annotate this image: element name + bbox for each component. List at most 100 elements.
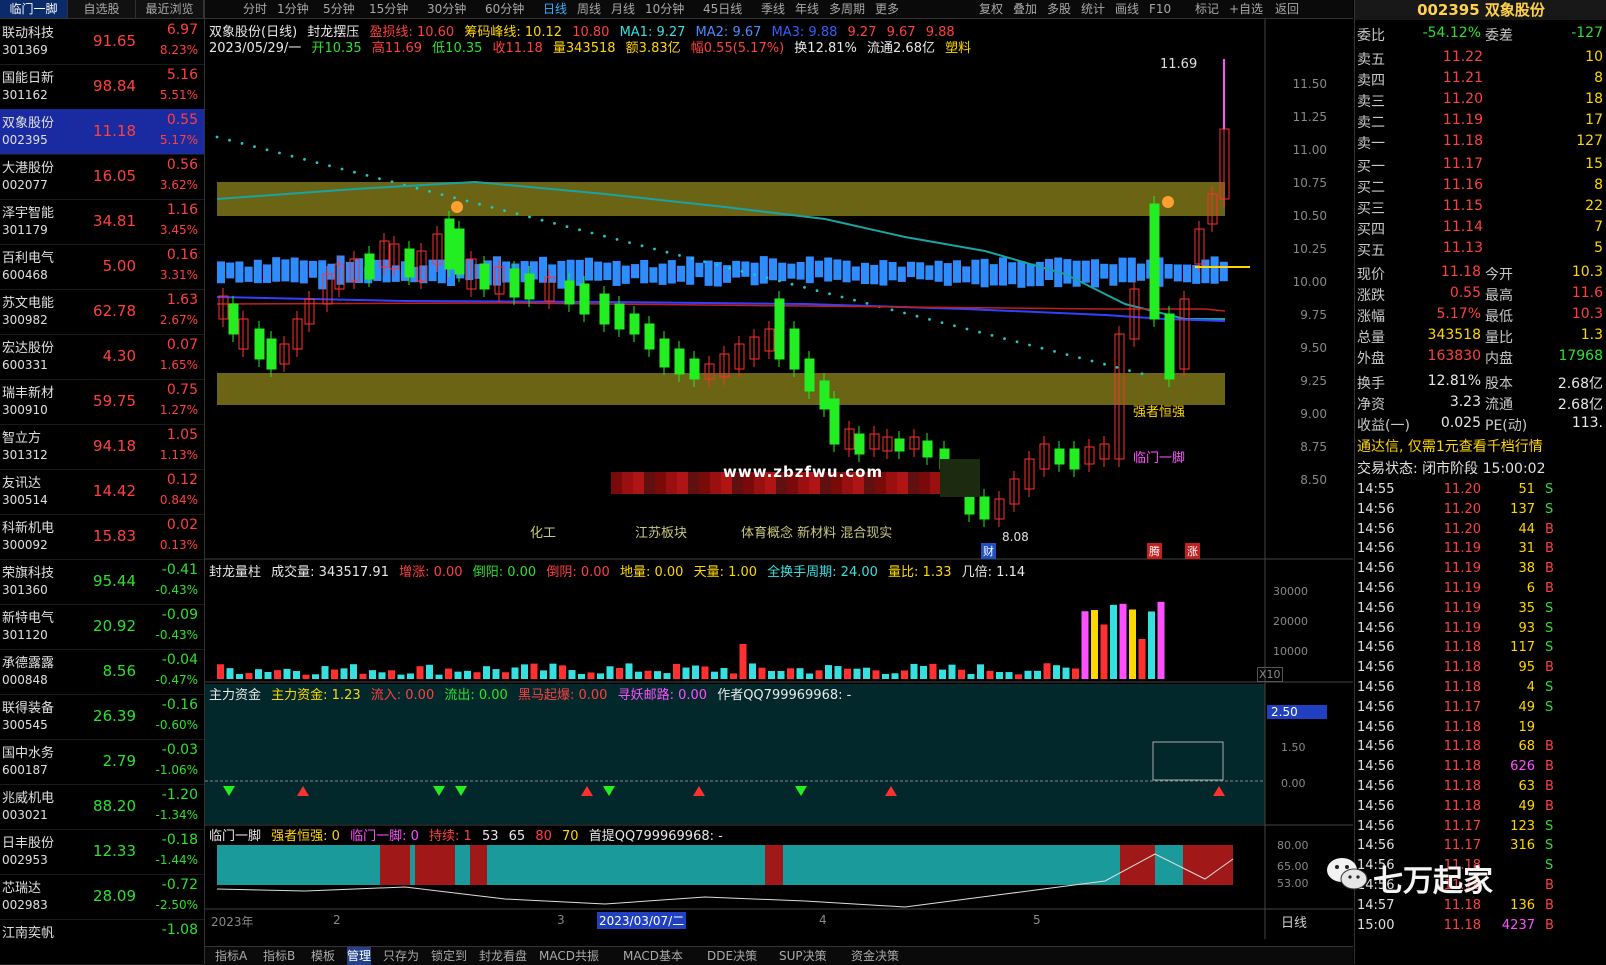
finance-marker[interactable]: 财: [981, 543, 996, 559]
watchlist-row[interactable]: 承德露露 000848 8.56 -0.04 -0.47%: [0, 649, 204, 695]
indicator-tab[interactable]: SUP决策: [779, 947, 827, 965]
event-marker[interactable]: 涨: [1185, 543, 1200, 559]
candle[interactable]: [579, 283, 590, 315]
candle[interactable]: [774, 298, 785, 360]
watchlist-row[interactable]: 瑞丰新材 300910 59.75 0.75 1.27%: [0, 379, 204, 425]
toolbar-button[interactable]: 多股: [1047, 0, 1071, 18]
candle[interactable]: [979, 496, 990, 520]
candle[interactable]: [454, 228, 465, 275]
candle[interactable]: [659, 338, 670, 368]
watchlist-row[interactable]: 新特电气 301120 20.92 -0.09 -0.43%: [0, 604, 204, 650]
bid-row[interactable]: 买三 11.15 22: [1355, 198, 1606, 219]
watchlist-row[interactable]: 兆威机电 003021 88.20 -1.20 -1.34%: [0, 784, 204, 830]
bid-row[interactable]: 买一 11.17 15: [1355, 156, 1606, 177]
indicator-tab[interactable]: MACD共振: [539, 947, 599, 965]
candle[interactable]: [894, 438, 905, 452]
toolbar-button[interactable]: 统计: [1081, 0, 1105, 18]
toolbar-button[interactable]: 叠加: [1013, 0, 1037, 18]
indicator-tab[interactable]: 封龙看盘: [479, 947, 527, 965]
watchlist-row[interactable]: 百利电气 600468 5.00 0.16 3.31%: [0, 244, 204, 290]
candle[interactable]: [854, 433, 865, 455]
toolbar-button[interactable]: 标记: [1195, 0, 1219, 18]
indicator-tab[interactable]: 锁定到: [431, 947, 467, 965]
ask-row[interactable]: 卖三 11.20 18: [1355, 91, 1606, 112]
bid-row[interactable]: 买五 11.13 5: [1355, 240, 1606, 261]
watchlist-row[interactable]: 双象股份 002395 11.18 0.55 5.17%: [0, 109, 204, 155]
candle[interactable]: [829, 398, 840, 445]
candle[interactable]: [1069, 448, 1080, 470]
indicator-name[interactable]: 封龙量柱: [209, 565, 261, 580]
watchlist-row[interactable]: 芯瑞达 002983 28.09 -0.72 -2.50%: [0, 874, 204, 920]
watchlist-row[interactable]: 大港股份 002077 16.05 0.56 3.62%: [0, 154, 204, 200]
candle[interactable]: [804, 358, 815, 392]
candle[interactable]: [228, 303, 239, 335]
ask-row[interactable]: 卖二 11.19 17: [1355, 112, 1606, 133]
candle[interactable]: [674, 348, 685, 375]
candle[interactable]: [364, 253, 375, 280]
toolbar-button[interactable]: 返回: [1275, 0, 1299, 18]
indicator-tab[interactable]: 指标A: [215, 947, 247, 965]
period-tab[interactable]: 年线: [795, 0, 819, 18]
period-tab[interactable]: 30分钟: [427, 0, 466, 18]
candle[interactable]: [819, 380, 830, 410]
candle[interactable]: [1164, 313, 1175, 380]
period-tab[interactable]: 60分钟: [485, 0, 524, 18]
promo-link[interactable]: 通达信, 仅需1元查看千档行情: [1357, 436, 1543, 456]
indicator-tab[interactable]: 资金决策: [851, 947, 899, 965]
watchlist-row[interactable]: 联动科技 301369 91.65 6.97 8.23%: [0, 19, 204, 65]
period-tab[interactable]: 多周期: [829, 0, 865, 18]
period-label[interactable]: 日线: [1281, 912, 1307, 931]
watchlist-row[interactable]: 科新机电 300092 15.83 0.02 0.13%: [0, 514, 204, 560]
toolbar-button[interactable]: F10: [1149, 0, 1171, 18]
toolbar-button[interactable]: 复权: [979, 0, 1003, 18]
watchlist-row[interactable]: 宏达股份 600331 4.30 0.07 1.65%: [0, 334, 204, 380]
candle[interactable]: [629, 313, 640, 335]
ask-row[interactable]: 卖一 11.18 127: [1355, 133, 1606, 154]
candle[interactable]: [564, 280, 575, 305]
candle[interactable]: [922, 440, 933, 458]
indicator-tab[interactable]: MACD基本: [623, 947, 683, 965]
indicator-name[interactable]: 主力资金: [209, 688, 261, 703]
candle[interactable]: [644, 323, 655, 350]
candle[interactable]: [254, 328, 265, 360]
ask-row[interactable]: 卖五 11.22 10: [1355, 49, 1606, 70]
candle[interactable]: [524, 273, 535, 300]
indicator-tab[interactable]: 指标B: [263, 947, 295, 965]
period-tab[interactable]: 月线: [611, 0, 635, 18]
period-tab[interactable]: 45日线: [703, 0, 742, 18]
toolbar-button[interactable]: +自选: [1229, 0, 1263, 18]
indicator-tab[interactable]: DDE决策: [707, 947, 757, 965]
period-tab[interactable]: 1分钟: [277, 0, 309, 18]
watchlist-row[interactable]: 江南奕帆 -1.08: [0, 919, 204, 965]
indicator-tab[interactable]: 模板: [311, 947, 335, 965]
indicator-tab[interactable]: 管理: [347, 947, 372, 965]
tab-favorites[interactable]: 自选股: [68, 0, 136, 18]
watchlist-row[interactable]: 智立方 301312 94.18 1.05 1.13%: [0, 424, 204, 470]
candle[interactable]: [509, 268, 520, 298]
indicator-name[interactable]: 临门一脚: [209, 829, 261, 844]
watchlist-row[interactable]: 苏文电能 300982 62.78 1.63 2.67%: [0, 289, 204, 335]
watchlist-row[interactable]: 日丰股份 002953 12.33 -0.18 -1.44%: [0, 829, 204, 875]
event-marker[interactable]: 腾: [1147, 543, 1162, 559]
watchlist-row[interactable]: 泽宇智能 301179 34.81 1.16 3.45%: [0, 199, 204, 245]
watchlist-row[interactable]: 国中水务 600187 2.79 -0.03 -1.06%: [0, 739, 204, 785]
chart-area[interactable]: 双象股份(日线) 封龙摆压 盈损线: 10.60 筹码峰线: 10.12 10.…: [205, 19, 1353, 939]
period-tab[interactable]: 分时: [243, 0, 267, 18]
period-tab[interactable]: 10分钟: [645, 0, 684, 18]
candle[interactable]: [599, 293, 610, 325]
tab-linmen[interactable]: 临门一脚: [0, 0, 68, 18]
candle[interactable]: [266, 338, 277, 370]
period-tab[interactable]: 更多: [875, 0, 899, 18]
bid-row[interactable]: 买二 11.16 8: [1355, 177, 1606, 198]
candle[interactable]: [404, 248, 415, 278]
bid-row[interactable]: 买四 11.14 7: [1355, 219, 1606, 240]
candle[interactable]: [614, 303, 625, 330]
candle[interactable]: [479, 263, 490, 290]
period-tab[interactable]: 周线: [577, 0, 601, 18]
candle[interactable]: [789, 328, 800, 370]
period-tab[interactable]: 5分钟: [323, 0, 355, 18]
toolbar-button[interactable]: 画线: [1115, 0, 1139, 18]
period-tab[interactable]: 15分钟: [369, 0, 408, 18]
period-tab[interactable]: 季线: [761, 0, 785, 18]
candle[interactable]: [689, 358, 700, 380]
